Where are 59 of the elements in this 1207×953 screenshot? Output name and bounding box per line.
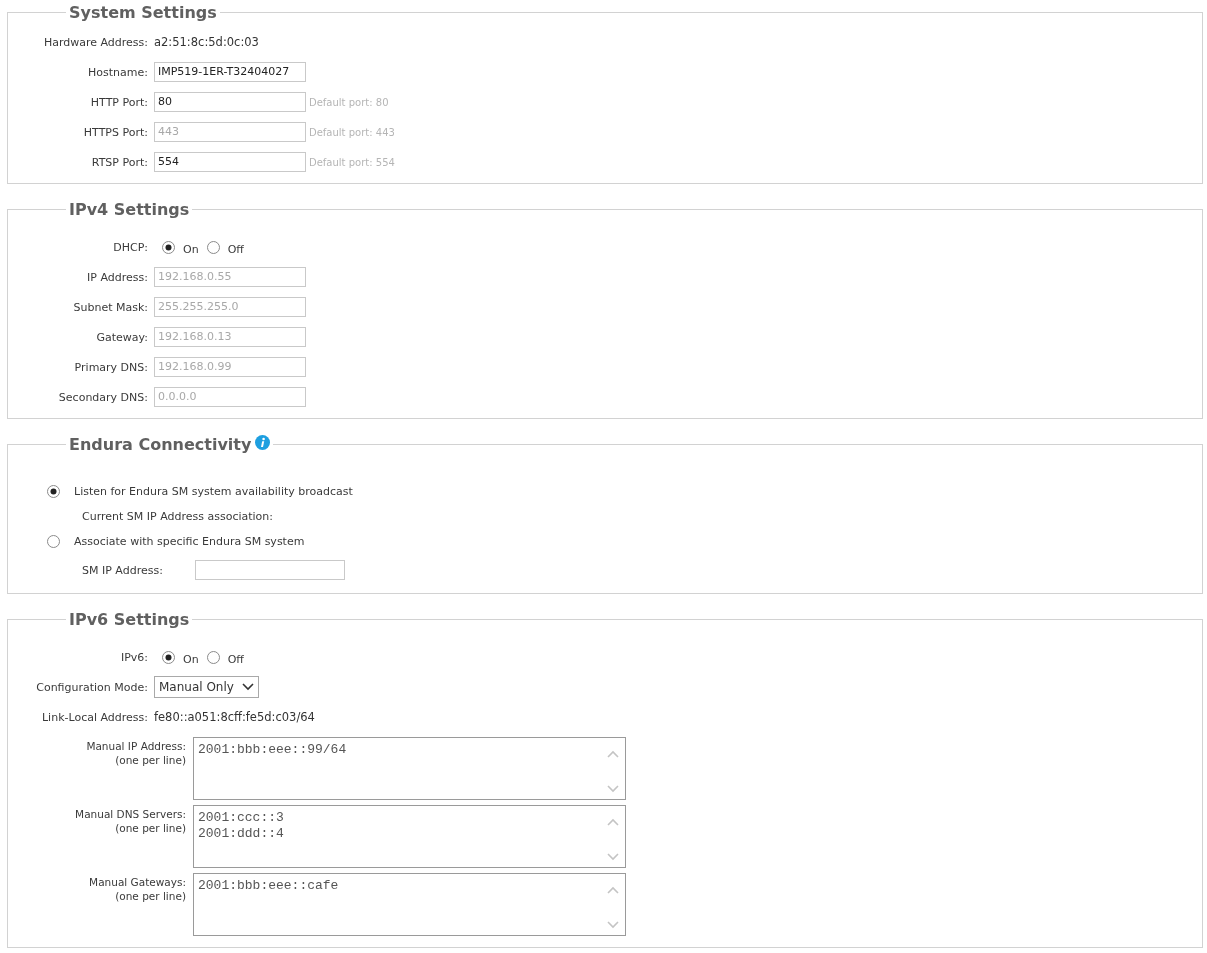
status-text: Current SM IP Address association: [82,509,273,523]
label-note: (one per line) [115,821,186,835]
label-note: (one per line) [115,753,186,767]
field-hint: Default port: 554 [309,156,395,168]
radio-label: On [183,652,199,666]
radio-button[interactable] [206,650,220,664]
scroll-down-icon[interactable] [607,853,619,861]
field-hint: Default port: 80 [309,96,389,108]
mode-dropdown[interactable]: Manual Only [154,676,259,698]
radio-label: Off [227,242,244,256]
radio-label: Off [227,652,244,666]
field-label: Hostname: [87,65,148,79]
field-label: Hardware Address: [42,35,148,49]
field-value: fe80::a051:8cff:fe5d:c03/64 [154,710,315,724]
label-note: (one per line) [115,889,186,903]
scroll-up-icon[interactable] [607,886,619,894]
text-field[interactable]: 554 [154,152,306,172]
field-value: a2:51:8c:5d:0c:03 [154,35,259,49]
field-label: Manual DNS Servers: [75,807,186,821]
section-title: IPv4 Settings [69,200,190,219]
radio-button[interactable] [47,484,60,498]
section-title: System Settings [69,3,217,22]
info-icon[interactable] [255,434,271,450]
textarea-field[interactable]: 2001:bbb:eee::cafe [193,873,626,936]
radio-button[interactable] [162,240,175,254]
radio-label: Associate with specific Endura SM system [74,534,305,548]
field-label: SM IP Address: [82,563,163,577]
field-label: IP Address: [86,270,148,284]
radio-label: Listen for Endura SM system availability broadcast [74,484,353,498]
field-label: Configuration Mode: [35,680,148,694]
text-field[interactable] [194,560,345,580]
chevron-down-icon [241,683,254,691]
field-label: Secondary DNS: [57,390,148,404]
field-label: HTTPS Port: [82,125,148,139]
radio-label: On [183,242,199,256]
field-label: Primary DNS: [73,360,148,374]
section-title: Endura Connectivity [69,435,252,454]
field-label: Manual IP Address: [86,739,186,753]
field-label: HTTP Port: [89,95,148,109]
field-label: Link-Local Address: [41,710,148,724]
field-label: Gateway: [95,330,148,344]
radio-button[interactable] [206,240,220,254]
field-label: Manual Gateways: [89,875,186,889]
scroll-up-icon[interactable] [607,818,619,826]
textarea-field[interactable]: 2001:bbb:eee::99/64 [193,737,626,800]
field-hint: Default port: 443 [309,126,395,138]
scroll-up-icon[interactable] [607,750,619,758]
section-title: IPv6 Settings [69,610,190,629]
radio-button[interactable] [162,650,175,664]
text-field[interactable]: 80 [154,92,306,112]
field-label: Subnet Mask: [72,300,148,314]
scroll-down-icon[interactable] [607,921,619,929]
radio-button[interactable] [47,534,60,548]
field-label: RTSP Port: [90,155,148,169]
field-label: IPv6: [119,650,148,664]
text-field[interactable]: IMP519-1ER-T32404027 [154,62,306,82]
textarea-field[interactable]: 2001:ccc::3 2001:ddd::4 [193,805,626,868]
scroll-down-icon[interactable] [607,785,619,793]
field-label: DHCP: [112,240,148,254]
